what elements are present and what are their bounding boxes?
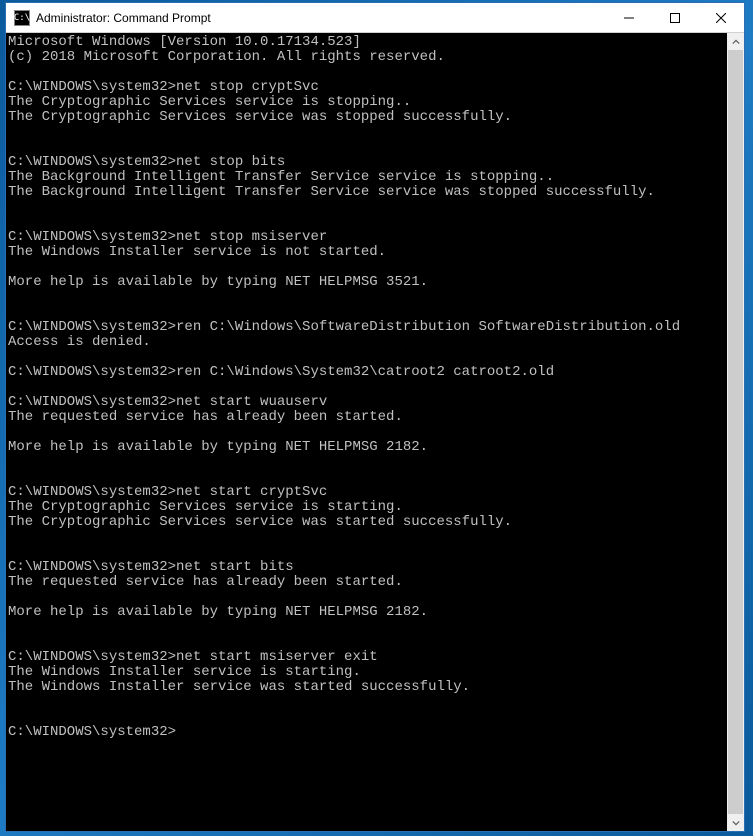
terminal-line: [8, 215, 727, 230]
terminal-line: [8, 125, 727, 140]
command-prompt-window: C:\ Administrator: Command Prompt Micros…: [5, 2, 745, 832]
terminal-line: [8, 545, 727, 560]
terminal-line: C:\WINDOWS\system32>net stop msiserver: [8, 230, 727, 245]
terminal-line: C:\WINDOWS\system32>net stop bits: [8, 155, 727, 170]
terminal-line: (c) 2018 Microsoft Corporation. All righ…: [8, 50, 727, 65]
scroll-down-button[interactable]: [727, 814, 744, 831]
terminal-line: The Windows Installer service is not sta…: [8, 245, 727, 260]
terminal-line: [8, 200, 727, 215]
terminal-line: Access is denied.: [8, 335, 727, 350]
terminal-line: [8, 305, 727, 320]
terminal-area[interactable]: Microsoft Windows [Version 10.0.17134.52…: [6, 33, 744, 831]
terminal-line: The requested service has already been s…: [8, 410, 727, 425]
terminal-line: [8, 695, 727, 710]
terminal-content[interactable]: Microsoft Windows [Version 10.0.17134.52…: [8, 35, 727, 755]
terminal-line: [8, 65, 727, 80]
terminal-line: The Cryptographic Services service is st…: [8, 500, 727, 515]
terminal-line: C:\WINDOWS\system32>net start msiserver …: [8, 650, 727, 665]
terminal-line: [8, 455, 727, 470]
close-icon: [716, 13, 726, 23]
close-button[interactable]: [698, 3, 744, 32]
scroll-track[interactable]: [727, 50, 744, 814]
terminal-line: C:\WINDOWS\system32>net stop cryptSvc: [8, 80, 727, 95]
maximize-icon: [670, 13, 680, 23]
scrollbar[interactable]: [727, 33, 744, 831]
terminal-line: C:\WINDOWS\system32>: [8, 725, 727, 740]
terminal-line: More help is available by typing NET HEL…: [8, 440, 727, 455]
terminal-line: The Background Intelligent Transfer Serv…: [8, 185, 727, 200]
terminal-line: [8, 590, 727, 605]
terminal-line: [8, 290, 727, 305]
terminal-line: [8, 425, 727, 440]
terminal-line: The Windows Installer service was starte…: [8, 680, 727, 695]
terminal-line: The Cryptographic Services service was s…: [8, 110, 727, 125]
maximize-button[interactable]: [652, 3, 698, 32]
terminal-line: [8, 470, 727, 485]
terminal-line: The requested service has already been s…: [8, 575, 727, 590]
terminal-line: The Cryptographic Services service is st…: [8, 95, 727, 110]
terminal-line: [8, 260, 727, 275]
terminal-line: C:\WINDOWS\system32>net start cryptSvc: [8, 485, 727, 500]
minimize-button[interactable]: [606, 3, 652, 32]
chevron-down-icon: [732, 819, 740, 827]
terminal-line: [8, 635, 727, 650]
terminal-line: The Windows Installer service is startin…: [8, 665, 727, 680]
terminal-line: C:\WINDOWS\system32>net start wuauserv: [8, 395, 727, 410]
terminal-line: [8, 530, 727, 545]
terminal-line: More help is available by typing NET HEL…: [8, 605, 727, 620]
terminal-line: The Cryptographic Services service was s…: [8, 515, 727, 530]
window-title: Administrator: Command Prompt: [36, 11, 606, 25]
cmd-icon: C:\: [14, 10, 30, 26]
terminal-line: C:\WINDOWS\system32>ren C:\Windows\Softw…: [8, 320, 727, 335]
titlebar[interactable]: C:\ Administrator: Command Prompt: [6, 3, 744, 33]
terminal-line: [8, 710, 727, 725]
window-controls: [606, 3, 744, 32]
minimize-icon: [624, 13, 634, 23]
terminal-line: The Background Intelligent Transfer Serv…: [8, 170, 727, 185]
scroll-up-button[interactable]: [727, 33, 744, 50]
terminal-line: More help is available by typing NET HEL…: [8, 275, 727, 290]
terminal-line: [8, 740, 727, 755]
scroll-thumb[interactable]: [728, 50, 743, 814]
chevron-up-icon: [732, 38, 740, 46]
terminal-line: [8, 620, 727, 635]
terminal-line: Microsoft Windows [Version 10.0.17134.52…: [8, 35, 727, 50]
terminal-line: C:\WINDOWS\system32>net start bits: [8, 560, 727, 575]
terminal-line: C:\WINDOWS\system32>ren C:\Windows\Syste…: [8, 365, 727, 380]
terminal-line: [8, 350, 727, 365]
terminal-line: [8, 380, 727, 395]
terminal-line: [8, 140, 727, 155]
